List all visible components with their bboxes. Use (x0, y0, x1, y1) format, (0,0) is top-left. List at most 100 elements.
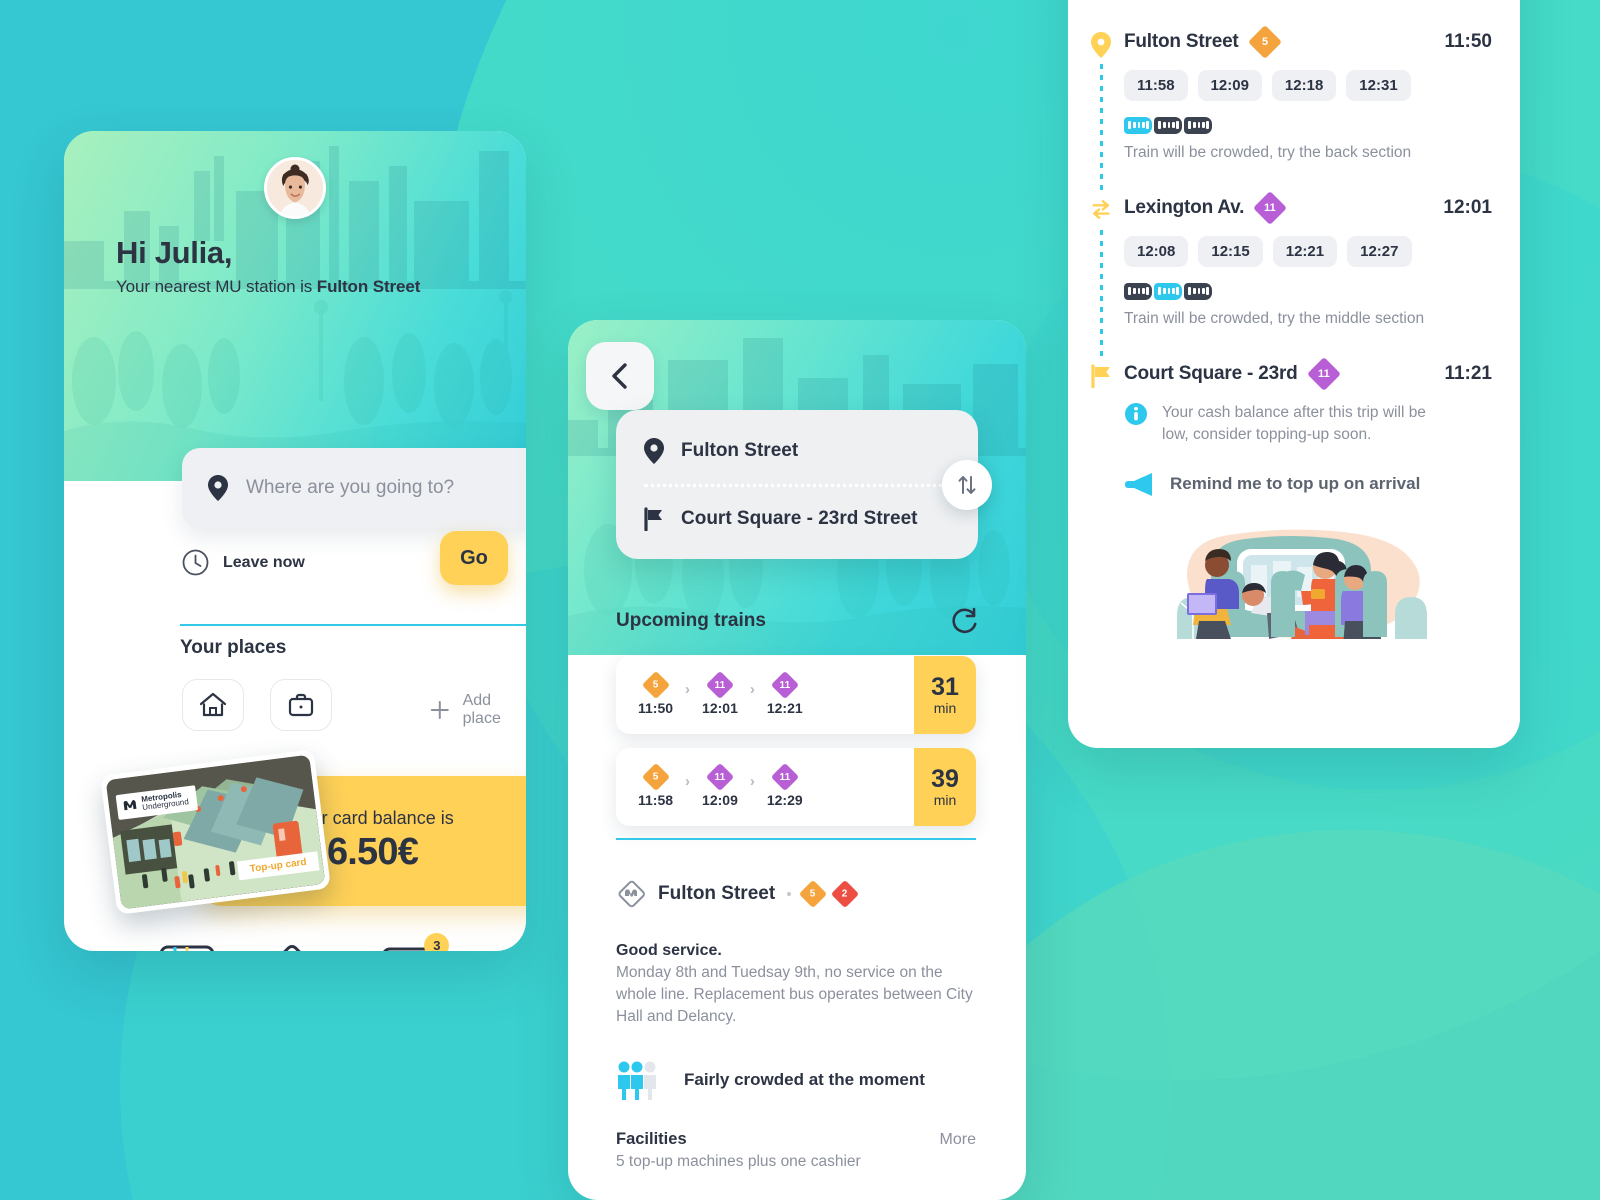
line-badge[interactable]: 11 (1253, 191, 1288, 225)
line-badge[interactable]: 5 (799, 879, 828, 909)
home-screen-panel: Hi Julia, Your nearest MU station is Ful… (64, 131, 526, 951)
subway-station-art (105, 754, 326, 910)
leg-time: 12:09 (702, 791, 738, 808)
destination-row[interactable]: Court Square - 23rd Street (616, 501, 978, 537)
remind-topup-button[interactable]: Remind me to top up on arrival (1124, 471, 1492, 497)
departure-chip[interactable]: 12:31 (1346, 70, 1411, 101)
trip-duration-value: 39 (931, 764, 959, 793)
divider (180, 624, 526, 626)
train-carriage (1124, 117, 1152, 134)
go-button[interactable]: Go (440, 531, 508, 585)
trip-leg[interactable]: 11 12:21 (767, 670, 803, 716)
mu-logo-icon (123, 800, 137, 811)
leg-arrow-icon: › (749, 680, 755, 698)
home-hero: Hi Julia, Your nearest MU station is Ful… (64, 131, 526, 481)
departure-chip[interactable]: 12:15 (1198, 236, 1263, 267)
line-badge[interactable]: 11 (770, 670, 799, 699)
leave-now-label[interactable]: Leave now (223, 554, 305, 572)
back-button[interactable] (586, 342, 654, 410)
line-badge[interactable]: 5 (641, 670, 670, 699)
place-home-button[interactable] (182, 679, 244, 731)
trip-row[interactable]: 5 11:58 › 11 12:09 › 11 12:29 39 min (616, 748, 976, 826)
train-carriage (1154, 283, 1182, 300)
facilities-more-link[interactable]: More (940, 1131, 976, 1149)
trip-leg[interactable]: 11 12:09 (702, 762, 738, 808)
nearest-station-name: Fulton Street (316, 277, 421, 296)
departure-times: 12:08 12:15 12:21 12:27 (1124, 236, 1492, 267)
trip-detail-panel: Fulton Street 5 11:50 11:58 12:09 12:18 12:31 T… (1068, 0, 1520, 748)
station-lines: 52 (799, 879, 860, 909)
departure-chip[interactable]: 12:21 (1272, 236, 1338, 267)
line-badge[interactable]: 2 (831, 879, 860, 909)
leg-time: 11:58 (638, 791, 674, 808)
line-badge-label: 11 (1317, 367, 1330, 380)
line-badge[interactable]: 5 (641, 762, 670, 791)
add-place-button[interactable]: Add place (430, 692, 526, 728)
departure-chip[interactable]: 12:18 (1271, 70, 1337, 101)
swap-button[interactable] (942, 459, 992, 510)
origin-name: Fulton Street (681, 440, 799, 461)
departure-chip[interactable]: 12:08 (1124, 236, 1189, 267)
step-icon (1090, 32, 1112, 58)
line-badge-label: 11 (714, 770, 726, 782)
step-station-name: Lexington Av. (1124, 197, 1245, 218)
departure-chip[interactable]: 12:09 (1197, 70, 1262, 101)
step-connector (1100, 64, 1103, 190)
service-status-desc: Monday 8th and Tuedsay 9th, no service o… (616, 964, 973, 1026)
route-screen-panel: Fulton Street Court Square - 23rd Street… (568, 320, 1026, 1200)
quick-actions-row: Map Stations 3 Alerts (64, 933, 526, 951)
train-carriage (1154, 117, 1182, 134)
flag-icon (644, 507, 662, 531)
trip-step: Lexington Av. 11 12:01 12:08 12:15 12:21 12:27… (1068, 191, 1520, 362)
train-carriage (1124, 283, 1152, 300)
origin-row[interactable]: Fulton Street (616, 432, 978, 470)
search-input[interactable]: Where are you going to? (182, 448, 526, 528)
upcoming-trains-title: Upcoming trains (616, 610, 766, 631)
facilities-title: Facilities (616, 1130, 687, 1148)
topup-card[interactable]: Metropolis Underground Top-up card (100, 749, 331, 915)
leg-time: 12:29 (766, 791, 803, 808)
trip-leg[interactable]: 11 12:29 (766, 762, 803, 808)
leg-arrow-icon: › (749, 772, 755, 790)
upcoming-trains-header: Upcoming trains (616, 607, 978, 635)
transfer-arrows-icon (1092, 200, 1110, 219)
service-status: Good service. Monday 8th and Tuedsay 9th… (616, 942, 984, 1028)
line-badge[interactable]: 11 (1306, 357, 1341, 391)
trip-leg[interactable]: 11 12:01 (702, 670, 738, 716)
trip-legs: 5 11:58 › 11 12:09 › 11 12:29 (616, 762, 803, 808)
card-balance-amount: 6.50€ (326, 831, 419, 873)
step-header: Lexington Av. 11 12:01 (1124, 191, 1492, 225)
line-badge[interactable]: 11 (705, 762, 735, 791)
plus-icon (430, 701, 449, 719)
od-divider (644, 484, 950, 487)
facilities-section: Facilities More 5 top-up machines plus o… (616, 1130, 976, 1171)
trip-leg[interactable]: 5 11:50 (638, 670, 673, 716)
map-pin-icon (644, 438, 664, 464)
avatar-photo (267, 160, 323, 216)
trip-row[interactable]: 5 11:50 › 11 12:01 › 11 12:21 31 min (616, 656, 976, 734)
quick-action-map[interactable]: Map (151, 941, 217, 951)
trip-leg[interactable]: 5 11:58 (638, 762, 674, 808)
station-name: Fulton Street (658, 883, 776, 904)
line-badge[interactable]: 11 (705, 670, 735, 699)
quick-action-stations[interactable]: Stations (262, 941, 328, 951)
alerts-badge: 3 (424, 933, 450, 951)
avatar[interactable] (264, 157, 326, 219)
leg-time: 12:01 (702, 699, 738, 716)
clock-icon[interactable] (182, 549, 209, 576)
departure-chip[interactable]: 12:27 (1347, 236, 1412, 267)
remind-topup-label: Remind me to top up on arrival (1170, 474, 1421, 494)
line-badge-label: 11 (1264, 201, 1277, 214)
flag-icon (1090, 364, 1110, 388)
train-carriages-icon (1124, 117, 1492, 134)
line-badge[interactable]: 5 (1247, 25, 1282, 59)
quick-action-alerts[interactable]: 3 Alerts (373, 933, 450, 951)
departure-chip[interactable]: 11:58 (1124, 70, 1188, 101)
page-title: Hi Julia, (116, 235, 233, 270)
line-badge[interactable]: 11 (770, 762, 799, 791)
refresh-icon[interactable] (950, 607, 978, 635)
line-badge-label: 2 (842, 888, 848, 900)
nearest-station-text: Your nearest MU station is Fulton Street (116, 277, 420, 297)
place-work-button[interactable] (270, 679, 332, 731)
trip-duration-unit: min (933, 699, 957, 716)
